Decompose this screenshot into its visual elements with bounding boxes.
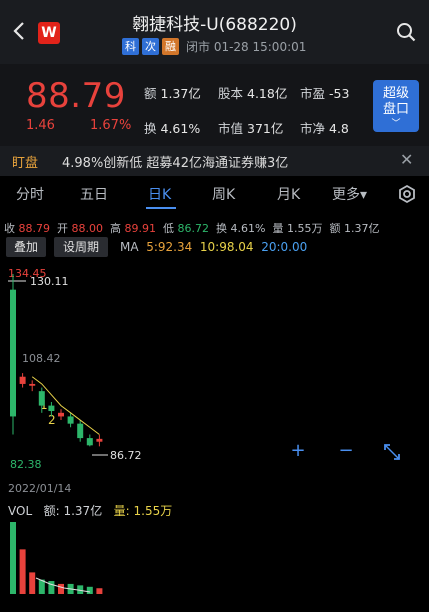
high-label: 高 bbox=[110, 222, 121, 235]
pe-stat: 市盈 -53 bbox=[300, 83, 349, 102]
tab-daily-k[interactable]: 日K bbox=[148, 184, 171, 204]
ticker-text[interactable]: 4.98%创新低 超募42亿海通证券赚3亿 bbox=[62, 152, 288, 171]
turn-value: 4.61% bbox=[230, 222, 266, 235]
super-orderbook-button[interactable]: 超级 盘口 ﹀ bbox=[373, 80, 419, 132]
amount-stat: 额 1.37亿 bbox=[144, 83, 201, 102]
volume-bar bbox=[96, 588, 103, 594]
pe-value: -53 bbox=[329, 86, 350, 101]
axis-low-label: 82.38 bbox=[10, 458, 42, 471]
price-change: 1.46 bbox=[26, 118, 55, 133]
ma-legend: MA 5:92.34 10:98.04 20:0.00 bbox=[120, 240, 307, 254]
chart-date: 2022/01/14 bbox=[8, 482, 72, 495]
candle-body bbox=[77, 423, 84, 439]
amount-label: 额 bbox=[144, 86, 157, 101]
open-value: 88.00 bbox=[71, 222, 104, 235]
pb-label: 市净 bbox=[300, 121, 326, 136]
candle-body bbox=[29, 383, 36, 386]
super-orderbook-line2: 盘口 bbox=[382, 102, 409, 117]
close-label: 收 bbox=[4, 222, 15, 235]
low-value: 86.72 bbox=[177, 222, 210, 235]
amount-value: 1.37亿 bbox=[160, 86, 201, 101]
set-period-button[interactable]: 设周期 bbox=[54, 237, 108, 257]
candle-body bbox=[10, 289, 16, 417]
candle-body bbox=[48, 405, 55, 412]
turn-label: 换 bbox=[216, 222, 227, 235]
candlestick-chart[interactable]: 134.45 130.11 108.42 82.38 86.72 1 2 bbox=[0, 262, 429, 472]
ma-label: MA bbox=[120, 240, 139, 254]
mcap-value: 371亿 bbox=[247, 121, 284, 136]
high-marker-label: 130.11 bbox=[30, 275, 69, 288]
zoom-out-icon[interactable]: − bbox=[333, 438, 359, 464]
close-value: 88.79 bbox=[18, 222, 51, 235]
candle-body bbox=[38, 391, 45, 406]
volume-bar bbox=[29, 572, 36, 594]
vol-amount-label: 额: bbox=[43, 504, 60, 518]
zoom-in-icon[interactable]: + bbox=[285, 438, 311, 464]
shares-value: 4.18亿 bbox=[247, 86, 288, 101]
overlay-button[interactable]: 叠加 bbox=[6, 237, 46, 257]
mcap-label: 市值 bbox=[218, 121, 244, 136]
shares-stat: 股本 4.18亿 bbox=[218, 83, 287, 102]
price-change-percent: 1.67% bbox=[90, 118, 132, 133]
ma5-value: 5:92.34 bbox=[146, 240, 193, 254]
volume-bar bbox=[19, 549, 26, 594]
candle-body bbox=[96, 438, 103, 442]
open-label: 开 bbox=[57, 222, 68, 235]
high-value: 89.91 bbox=[124, 222, 157, 235]
amt-value: 1.37亿 bbox=[343, 222, 380, 235]
ohlc-summary: 收 88.79 开 88.00 高 89.91 低 86.72 换 4.61% … bbox=[4, 220, 379, 236]
market-status: 闭市 01-28 15:00:01 bbox=[186, 40, 307, 54]
volume-bars-group bbox=[10, 522, 103, 594]
stock-tags: 科 次 融 闭市 01-28 15:00:01 bbox=[122, 38, 306, 55]
chevron-down-icon: ﹀ bbox=[391, 119, 401, 129]
pb-value: 4.8 bbox=[329, 121, 349, 136]
ma20-value: 20:0.00 bbox=[261, 240, 308, 254]
turnover-label: 换 bbox=[144, 121, 157, 136]
tag-secondary[interactable]: 次 bbox=[142, 38, 159, 55]
close-icon[interactable]: ✕ bbox=[400, 150, 413, 169]
tab-weekly-k[interactable]: 周K bbox=[212, 184, 235, 204]
settings-icon[interactable] bbox=[397, 184, 417, 204]
tag-margin[interactable]: 融 bbox=[162, 38, 179, 55]
candle-body bbox=[86, 438, 93, 446]
candle-body bbox=[58, 412, 64, 417]
mcap-stat: 市值 371亿 bbox=[218, 118, 283, 137]
tag-kechuang[interactable]: 科 bbox=[122, 38, 139, 55]
pe-label: 市盈 bbox=[300, 86, 326, 101]
vol-qty-label: 量: bbox=[113, 504, 130, 518]
super-orderbook-line1: 超级 bbox=[382, 86, 409, 101]
fullscreen-icon[interactable] bbox=[382, 442, 402, 462]
volume-chart[interactable] bbox=[0, 518, 429, 612]
shares-label: 股本 bbox=[218, 86, 244, 101]
vol-label: 量 bbox=[272, 222, 284, 235]
pb-stat: 市净 4.8 bbox=[300, 118, 349, 137]
ticker-label: 盯盘 bbox=[12, 156, 39, 171]
turnover-value: 4.61% bbox=[160, 121, 201, 136]
search-icon[interactable] bbox=[396, 22, 416, 42]
vol-amount: 1.37亿 bbox=[63, 504, 103, 518]
volume-bar bbox=[58, 583, 64, 594]
current-price: 88.79 bbox=[26, 76, 126, 116]
low-marker-label: 86.72 bbox=[110, 449, 142, 462]
mid-level-label: 108.42 bbox=[22, 352, 61, 365]
stock-title: 翱捷科技-U(688220) bbox=[132, 15, 297, 35]
volume-bar bbox=[10, 522, 16, 594]
vol-label-text: VOL bbox=[8, 504, 33, 518]
candle-body bbox=[19, 376, 26, 384]
tab-monthly-k[interactable]: 月K bbox=[277, 184, 300, 204]
volume-legend: VOL 额: 1.37亿 量: 1.55万 bbox=[8, 502, 172, 519]
vol-value: 1.55万 bbox=[286, 222, 323, 235]
tab-five-day[interactable]: 五日 bbox=[80, 184, 108, 204]
candle-body bbox=[67, 416, 74, 424]
amt-label: 额 bbox=[329, 222, 341, 235]
turnover-stat: 换 4.61% bbox=[144, 118, 200, 137]
active-tab-underline bbox=[146, 207, 176, 209]
vol-qty: 1.55万 bbox=[133, 504, 173, 518]
volume-bar bbox=[86, 586, 93, 594]
volume-bar bbox=[48, 581, 55, 594]
ma10-value: 10:98.04 bbox=[199, 240, 254, 254]
tab-more[interactable]: 更多▾ bbox=[332, 184, 367, 204]
tab-intraday[interactable]: 分时 bbox=[16, 184, 44, 204]
low-label: 低 bbox=[163, 222, 174, 235]
